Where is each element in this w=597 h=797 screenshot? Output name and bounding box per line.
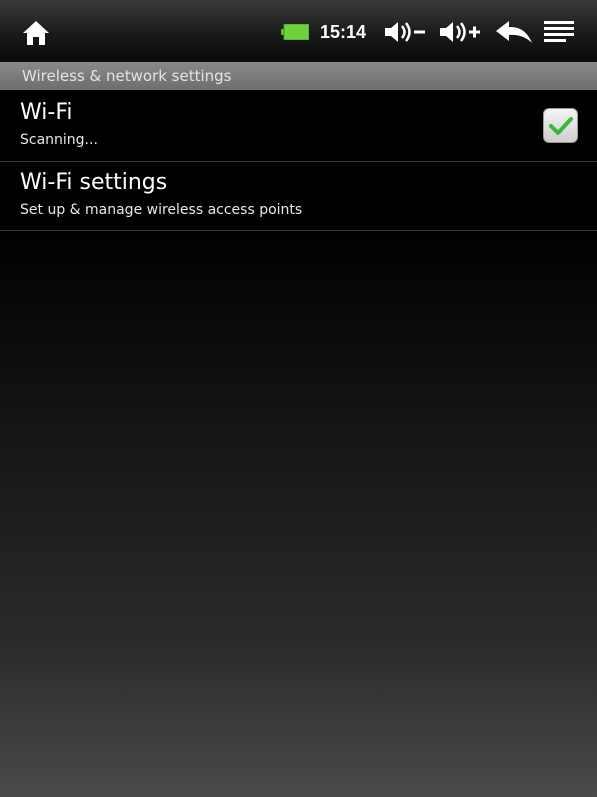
check-icon: [548, 116, 573, 135]
volume-up-icon[interactable]: [437, 18, 483, 46]
wifi-settings-summary: Set up & manage wireless access points: [20, 202, 303, 218]
category-header: Wireless & network settings: [0, 62, 597, 90]
back-icon[interactable]: [494, 18, 534, 46]
wifi-settings-title: Wi-Fi settings: [20, 170, 168, 195]
screen: 15:14 Wireless & network settings Wi-Fi …: [0, 0, 597, 797]
wifi-checkbox[interactable]: [543, 108, 578, 143]
wifi-title: Wi-Fi: [20, 100, 73, 125]
volume-down-icon[interactable]: [382, 18, 428, 46]
clock: 15:14: [319, 21, 367, 42]
wifi-settings-row[interactable]: Wi-Fi settings Set up & manage wireless …: [0, 162, 597, 231]
status-bar: 15:14: [0, 0, 597, 62]
home-icon[interactable]: [20, 18, 52, 48]
battery-icon: [280, 23, 310, 41]
wifi-summary: Scanning...: [20, 132, 98, 148]
menu-icon[interactable]: [543, 20, 575, 44]
wifi-toggle-row[interactable]: Wi-Fi Scanning...: [0, 90, 597, 162]
